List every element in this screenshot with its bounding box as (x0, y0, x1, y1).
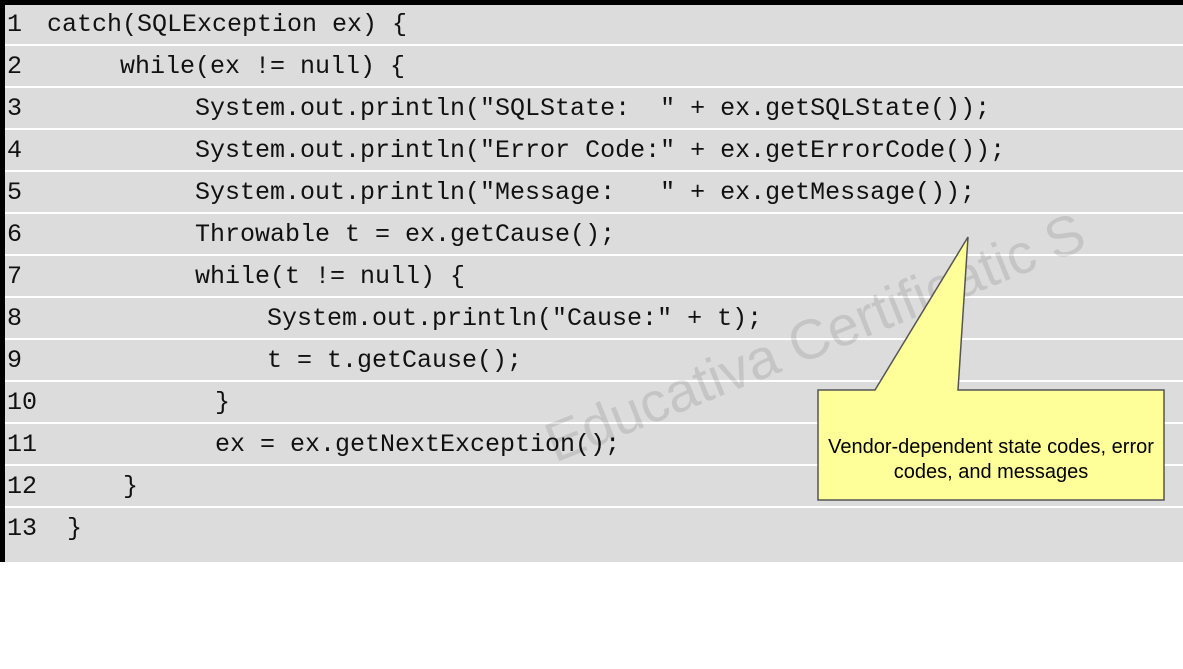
callout-label: Vendor-dependent state codes, error code… (828, 436, 1154, 483)
